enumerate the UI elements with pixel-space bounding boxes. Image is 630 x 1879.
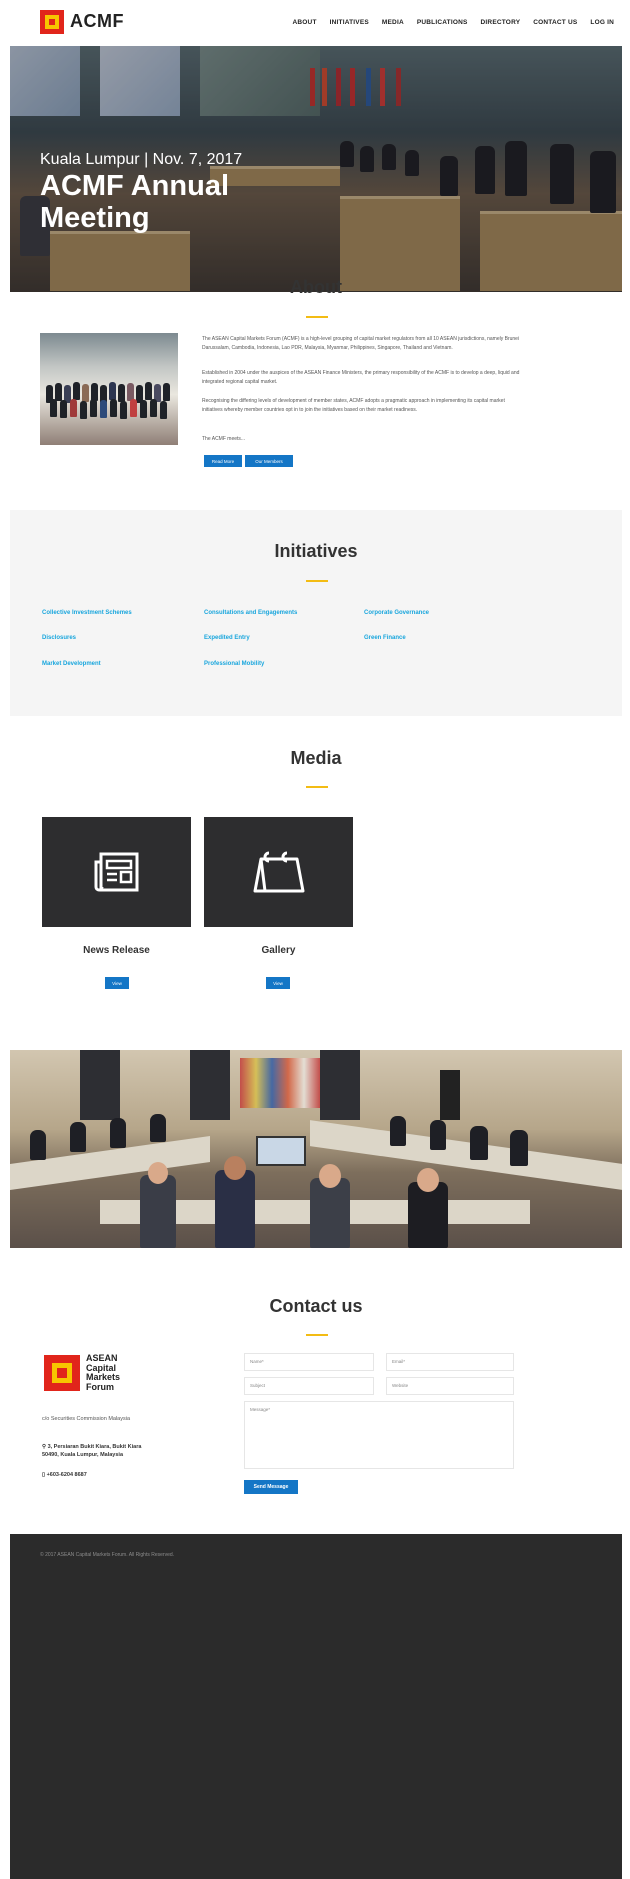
email-field[interactable]: Email* [386,1353,514,1371]
logo-text[interactable]: ACMF [70,11,124,32]
nav-initiatives[interactable]: INITIATIVES [330,19,369,26]
newspaper-icon [94,852,138,892]
meeting-photo [10,1050,622,1248]
nav-publications[interactable]: PUBLICATIONS [417,19,468,26]
name-field[interactable]: Name* [244,1353,374,1371]
media-title: Media [290,748,342,768]
send-message-button[interactable]: Send Message [244,1480,298,1494]
page: ACMF ABOUT INITIATIVES MEDIA PUBLICATION… [10,0,622,1879]
gallery-tile[interactable] [204,817,353,927]
gallery-label: Gallery [261,945,296,956]
phone-number: +603-6204 8687 [46,1472,87,1478]
news-release-label: News Release [83,945,150,956]
copyright-text: © 2017 ASEAN Capital Markets Forum. All … [40,1552,175,1558]
news-release-tile[interactable] [42,817,191,927]
message-field[interactable]: Message* [244,1401,514,1469]
asean-capital-markets-logo-icon [44,1355,80,1391]
initiative-link[interactable]: Expedited Entry [204,635,250,641]
nav-about[interactable]: ABOUT [293,19,317,26]
phone-icon: ▯ [42,1472,46,1478]
initiative-link[interactable]: Professional Mobility [204,661,264,667]
initiatives-title: Initiatives [274,541,358,561]
initiative-link[interactable]: Corporate Governance [364,610,429,616]
site-header: ACMF ABOUT INITIATIVES MEDIA PUBLICATION… [10,0,622,46]
about-paragraph: The ACMF meets... [202,436,246,442]
read-more-button[interactable]: Read More [204,455,242,467]
initiative-link[interactable]: Consultations and Engagements [204,610,297,616]
about-group-photo [40,333,178,445]
address-line1: 3, Persiaran Bukit Kiara, Bukit Kiara [47,1444,142,1450]
website-field[interactable]: Website [386,1377,514,1395]
about-paragraph: Recognising the differing levels of deve… [202,398,505,413]
nav-contact-us[interactable]: CONTACT US [533,19,577,26]
contact-logo-text: ASEAN Capital Markets Forum [86,1353,121,1392]
about-paragraph: Established in 2004 under the auspices o… [202,370,520,385]
our-members-button[interactable]: Our Members [245,455,293,467]
initiative-link[interactable]: Green Finance [364,635,406,641]
nav-media[interactable]: MEDIA [382,19,404,26]
initiatives-divider [306,580,328,582]
acmf-logo-icon[interactable] [40,10,64,34]
gallery-view-button[interactable]: View [266,977,290,989]
address-line2: 50490, Kuala Lumpur, Malaysia [42,1452,124,1458]
contact-divider [306,1334,328,1336]
location-pin-icon: ⚲ [42,1444,47,1450]
initiative-link[interactable]: Disclosures [42,635,76,641]
about-paragraph: The ASEAN Capital Markets Forum (ACMF) i… [202,336,520,351]
nav-directory[interactable]: DIRECTORY [481,19,521,26]
site-footer [10,1534,622,1879]
care-of-text: c/o Securities Commission Malaysia [42,1416,131,1422]
media-divider [306,786,328,788]
hero-banner: Kuala Lumpur | Nov. 7, 2017 ACMF Annual … [10,46,622,292]
about-title: About [290,277,342,297]
hero-subtitle: Kuala Lumpur | Nov. 7, 2017 [40,151,243,168]
address: ⚲ 3, Persiaran Bukit Kiara, Bukit Kiara … [42,1443,141,1459]
nav-log-in[interactable]: LOG IN [590,19,614,26]
hero-title: ACMF Annual Meeting [40,170,230,235]
news-release-view-button[interactable]: View [105,977,129,989]
about-divider [306,316,328,318]
initiative-link[interactable]: Market Development [42,661,101,667]
main-nav: ABOUT INITIATIVES MEDIA PUBLICATIONS DIR… [293,19,614,26]
calendar-icon [253,851,304,893]
initiative-link[interactable]: Collective Investment Schemes [42,610,132,616]
subject-field[interactable]: Subject [244,1377,374,1395]
contact-title: Contact us [269,1296,363,1316]
phone: ▯ +603-6204 8687 [42,1471,87,1479]
